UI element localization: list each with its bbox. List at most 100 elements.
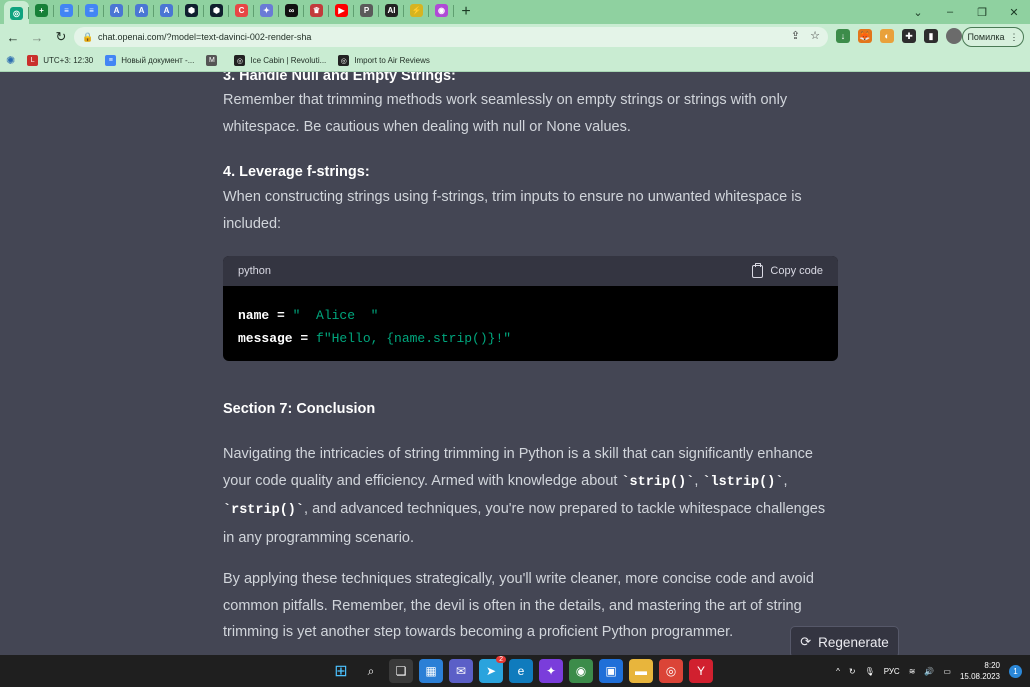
- browser-tab[interactable]: ≡: [79, 0, 104, 21]
- browser-tab[interactable]: ⚡: [404, 0, 429, 21]
- code-line: message = f"Hello, {name.strip()}!": [238, 327, 823, 350]
- taskbar-apps: ⊞ ⌕ ❏ ▦ ✉ ➤ 2 e ✦ ◉ ▣ ▬ ◎ Y: [329, 656, 713, 683]
- inline-code: `rstrip()`: [223, 503, 305, 518]
- lock-icon[interactable]: 🔒: [78, 32, 98, 43]
- browser-tab[interactable]: C: [229, 0, 254, 21]
- copyleaks-icon: C: [235, 3, 248, 17]
- crown-icon: ♛: [310, 3, 323, 17]
- bookmark-star-icon[interactable]: ☆: [810, 29, 820, 42]
- restore-icon[interactable]: ❐: [966, 0, 998, 24]
- download-icon[interactable]: ↓: [836, 29, 850, 43]
- browser-tab[interactable]: ✦: [254, 0, 279, 21]
- paragraph-final: By applying these techniques strategical…: [223, 571, 814, 640]
- chrome-profile-icon[interactable]: ◉: [569, 659, 593, 683]
- lastpass-icon: L: [27, 55, 39, 66]
- regenerate-label: Regenerate: [818, 634, 889, 650]
- error-button[interactable]: Помилка ⋮: [962, 27, 1024, 47]
- metamask-icon[interactable]: 🦊: [858, 29, 872, 43]
- close-icon[interactable]: ✕: [998, 0, 1030, 24]
- copy-code-button[interactable]: Copy code: [752, 262, 823, 278]
- avatar[interactable]: [946, 28, 962, 44]
- browser-tab[interactable]: ∞: [279, 0, 304, 21]
- battery-icon[interactable]: ▭: [943, 667, 951, 676]
- sync-icon[interactable]: ↻: [849, 667, 856, 676]
- new-tab-button[interactable]: +: [454, 1, 478, 23]
- tab-strip: ◎ + ≡ ≡ A A A ⬢ ⬢ C ✦ ∞ ♛ ▶ P AI ⚡ ◉ + ⌄ – ❐ ✕: [0, 0, 1030, 25]
- messenger-icon[interactable]: ✦: [539, 659, 563, 683]
- p-icon: P: [360, 3, 373, 17]
- colorful-icon: ◉: [435, 3, 448, 17]
- browser-tab[interactable]: ≡: [54, 0, 79, 21]
- url-text[interactable]: chat.openai.com/?model=text-davinci-002-…: [98, 32, 311, 42]
- browser-tab[interactable]: ◎: [4, 1, 29, 25]
- bookmark-item[interactable]: L UTC+3: 12:30: [27, 55, 93, 66]
- apps-icon[interactable]: ✺: [6, 54, 15, 67]
- browser-tab[interactable]: A: [104, 0, 129, 21]
- browser-tab[interactable]: ▶: [329, 0, 354, 21]
- language-indicator[interactable]: РУС: [884, 667, 900, 676]
- forward-icon[interactable]: →: [26, 26, 48, 48]
- bookmark-item[interactable]: ◎ Import to Air Reviews: [338, 55, 430, 66]
- code-op: =: [269, 308, 293, 323]
- yandex-icon[interactable]: Y: [689, 659, 713, 683]
- inline-code: `strip()`: [621, 474, 695, 490]
- tab-search-icon[interactable]: ⌄: [902, 0, 934, 24]
- address-bar[interactable]: 🔒 chat.openai.com/?model=text-davinci-00…: [74, 27, 828, 47]
- docs-icon: ≡: [60, 3, 73, 17]
- translate-icon: A: [160, 3, 173, 17]
- back-icon[interactable]: ←: [2, 26, 24, 48]
- browser-tab[interactable]: A: [129, 0, 154, 21]
- bookmark-item[interactable]: ◎ Ice Cabin | Revoluti...: [234, 55, 326, 66]
- taskbar: ⊞ ⌕ ❏ ▦ ✉ ➤ 2 e ✦ ◉ ▣ ▬ ◎ Y ^ ↻ 🎙 РУС ≋ 🔊…: [0, 655, 1030, 687]
- extension-icon[interactable]: ◐: [880, 29, 894, 43]
- clock-time: 8:20: [984, 661, 1000, 670]
- chat-icon[interactable]: ✉: [449, 659, 473, 683]
- minimize-icon[interactable]: –: [934, 0, 966, 24]
- volume-icon[interactable]: 🔊: [924, 667, 934, 676]
- error-button-label: Помилка: [967, 32, 1005, 42]
- code-line: name = " Alice ": [238, 304, 823, 327]
- chevron-up-icon[interactable]: ^: [836, 667, 840, 676]
- search-icon[interactable]: ⌕: [359, 659, 383, 683]
- bookmark-label: Import to Air Reviews: [354, 56, 430, 65]
- file-explorer-icon[interactable]: ▬: [629, 659, 653, 683]
- paragraph-f-strings: When constructing strings using f-string…: [223, 189, 802, 232]
- reload-icon[interactable]: ↻: [50, 26, 72, 48]
- browser-tab[interactable]: A: [154, 0, 179, 21]
- share-icon[interactable]: ⇪: [791, 29, 800, 42]
- feather-icon: ✦: [260, 3, 273, 17]
- browser-tab[interactable]: ⬢: [204, 0, 229, 21]
- clock[interactable]: 8:20 15.08.2023: [960, 660, 1000, 682]
- code-string: " Alice ": [292, 308, 379, 323]
- bolt-icon: ⚡: [410, 3, 423, 17]
- telegram-icon[interactable]: ➤ 2: [479, 656, 506, 683]
- bookmark-item[interactable]: M: [206, 55, 222, 66]
- browser-tab[interactable]: ♛: [304, 0, 329, 21]
- zoom-icon[interactable]: ▣: [599, 659, 623, 683]
- ai-icon: AI: [385, 3, 398, 17]
- sidepanel-icon[interactable]: ▮: [924, 29, 938, 43]
- edge-icon[interactable]: e: [509, 659, 533, 683]
- puzzle-icon[interactable]: ✚: [902, 29, 916, 43]
- browser-tab[interactable]: ◉: [429, 0, 454, 21]
- browser-tab[interactable]: P: [354, 0, 379, 21]
- regenerate-button[interactable]: ⟳ Regenerate: [790, 626, 899, 655]
- bookmark-item[interactable]: ≡ Новый документ -...: [105, 55, 194, 66]
- notification-badge[interactable]: 1: [1009, 664, 1022, 678]
- docs-icon: ≡: [105, 55, 117, 66]
- widgets-icon[interactable]: ▦: [419, 659, 443, 683]
- browser-tab[interactable]: ⬢: [179, 0, 204, 21]
- code-var: message: [238, 331, 293, 346]
- heading-f-strings: 4. Leverage f-strings:: [223, 164, 370, 180]
- windows-start-icon[interactable]: ⊞: [329, 659, 353, 683]
- bookmark-label: Ice Cabin | Revoluti...: [250, 56, 327, 65]
- code-string: f"Hello, {name.strip()}!": [316, 331, 512, 346]
- browser-tab[interactable]: AI: [379, 0, 404, 21]
- wifi-icon[interactable]: ≋: [909, 667, 916, 676]
- chrome-icon[interactable]: ◎: [659, 659, 683, 683]
- inline-code: `lstrip()`: [702, 474, 784, 490]
- task-view-icon[interactable]: ❏: [389, 659, 413, 683]
- microphone-icon[interactable]: 🎙: [865, 667, 875, 676]
- browser-tab[interactable]: +: [29, 0, 54, 21]
- copy-code-label: Copy code: [770, 265, 823, 277]
